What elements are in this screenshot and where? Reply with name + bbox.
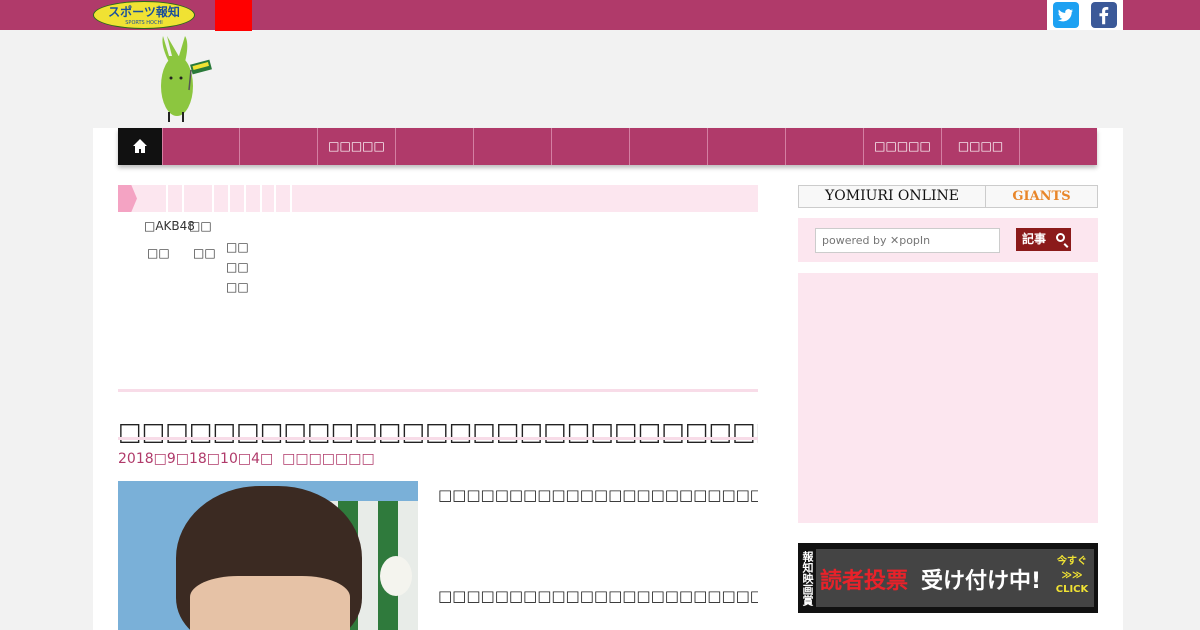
tag-link[interactable]: □□ — [147, 246, 170, 260]
search-panel: 記事 — [798, 218, 1098, 262]
nav-item-4[interactable] — [395, 128, 473, 165]
nav-item-3[interactable]: □□□□□ — [317, 128, 395, 165]
search-icon — [1056, 233, 1065, 242]
main-navigation: □□□□□ □□□□□ □□□□ — [118, 128, 1097, 165]
headline-rule-top — [118, 389, 758, 392]
breadcrumb — [118, 185, 758, 212]
giants-link[interactable]: GIANTS — [986, 186, 1097, 207]
ad-slot — [798, 273, 1098, 523]
nav-item-5[interactable] — [473, 128, 551, 165]
breadcrumb-separator — [166, 185, 168, 212]
nav-item-11[interactable]: □□□□ — [941, 128, 1019, 165]
tag-link[interactable]: □□ — [226, 260, 249, 274]
breadcrumb-separator — [274, 185, 276, 212]
tag-akb48[interactable]: □AKB48 — [144, 219, 195, 233]
tag-link[interactable]: □□ — [189, 219, 212, 233]
logo-title: スポーツ報知 — [108, 5, 180, 19]
photo-person-face — [190, 576, 350, 630]
article-dateline: 2018□9□18□10□4□ □□□□□□□ — [118, 451, 375, 467]
mascot-illustration — [161, 36, 212, 122]
article-source: □□□□□□□ — [282, 451, 375, 467]
search-button[interactable]: 記事 — [1016, 228, 1071, 251]
article-paragraph: □□□□□□□□□□□□□□□□□□□□□□□□□□□□□□□□□□□□□□□□… — [438, 486, 758, 504]
nav-item-9[interactable] — [785, 128, 863, 165]
search-input[interactable] — [815, 228, 1000, 253]
banner-side-label: 報知映画賞 — [798, 543, 816, 613]
site-logo[interactable]: スポーツ報知 SPORTS HOCHI — [93, 1, 195, 29]
twitter-icon[interactable] — [1053, 2, 1079, 28]
nav-item-8[interactable] — [707, 128, 785, 165]
nav-item-1[interactable] — [162, 128, 240, 165]
article-photo — [118, 481, 418, 630]
breadcrumb-separator — [260, 185, 262, 212]
article-date: 2018□9□18□10□4□ — [118, 451, 274, 467]
nav-item-7[interactable] — [629, 128, 707, 165]
nav-item-2[interactable] — [239, 128, 317, 165]
yomiuri-online-link[interactable]: YOMIURI ONLINE — [799, 186, 986, 207]
nav-item-12[interactable] — [1019, 128, 1098, 165]
tag-link[interactable]: □□ — [226, 280, 249, 294]
photo-mascot — [380, 556, 412, 596]
banner-click-cta: 今すぐ ≫≫ CLICK — [1052, 555, 1092, 601]
breadcrumb-separator — [212, 185, 214, 212]
tag-link[interactable]: □□ — [226, 240, 249, 254]
banner-red-text: 読者投票 — [820, 569, 909, 594]
article-headline: □□□□□□□□□□□□□□□□□□□□□□□□□□□□□□□□□□□□□□□□… — [118, 416, 758, 446]
banner-cta-now: 今すぐ — [1057, 556, 1087, 567]
banner-cta-click: CLICK — [1055, 584, 1089, 595]
article-paragraph: □□□□□□□□□□□□□□□□□□□□□□□□□□□□□□□□□□□□□□□□… — [438, 587, 758, 605]
facebook-icon[interactable] — [1091, 2, 1117, 28]
nav-item-6[interactable] — [551, 128, 629, 165]
logo-subtitle: SPORTS HOCHI — [125, 20, 163, 26]
nav-home[interactable] — [118, 128, 162, 165]
banner-cta-arrows: ≫≫ — [1061, 570, 1083, 581]
breadcrumb-separator — [290, 185, 292, 212]
breadcrumb-separator — [244, 185, 246, 212]
home-icon — [133, 139, 147, 153]
breadcrumb-arrow — [118, 185, 137, 212]
tag-link[interactable]: □□ — [193, 246, 216, 260]
nav-item-10[interactable]: □□□□□ — [863, 128, 941, 165]
headline-rule-bottom — [118, 437, 758, 440]
banner-white-text: 受け付け中! — [921, 569, 1042, 594]
search-button-label: 記事 — [1022, 232, 1047, 246]
reader-vote-banner[interactable]: 報知映画賞 読者投票 受け付け中! 今すぐ ≫≫ CLICK — [798, 543, 1098, 613]
breadcrumb-separator — [182, 185, 184, 212]
red-badge[interactable] — [215, 0, 252, 31]
breadcrumb-separator — [228, 185, 230, 212]
partner-links: YOMIURI ONLINE GIANTS — [798, 185, 1098, 208]
